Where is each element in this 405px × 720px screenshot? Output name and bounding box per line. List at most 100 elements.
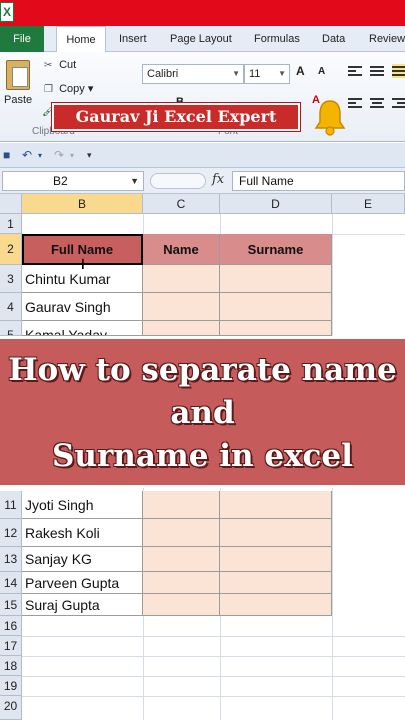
chevron-down-icon[interactable]: ▾ (70, 151, 74, 160)
name-box-value: B2 (53, 174, 68, 188)
formula-buttons (150, 173, 206, 189)
align-right-icon[interactable] (392, 96, 405, 110)
font-size-value: 11 (249, 68, 261, 80)
align-center-icon[interactable] (370, 96, 384, 110)
row-header-17[interactable]: 17 (0, 636, 22, 656)
row-header-4[interactable]: 4 (0, 293, 22, 321)
shrink-font-button[interactable]: A (318, 66, 325, 77)
quick-access-toolbar: ■ ↶ ▾ ↷ ▾ ▾ (0, 143, 405, 168)
table-row-empty-cell[interactable] (143, 547, 220, 572)
row-header-11[interactable]: 11 (0, 491, 22, 519)
copy-dropdown-icon[interactable]: ▾ (88, 83, 94, 95)
table-row-empty-cell[interactable] (143, 519, 220, 547)
table-row-name-cell[interactable]: Rakesh Koli (22, 519, 143, 547)
overlay-line-3: Surname in excel (52, 438, 353, 474)
table-row-empty-cell[interactable] (220, 594, 332, 616)
cut-label: Cut (59, 59, 77, 71)
grow-font-button[interactable]: A (296, 64, 305, 78)
table-row-empty-cell[interactable] (220, 293, 332, 321)
table-row-name-cell[interactable]: Sanjay KG (22, 547, 143, 572)
row-header-12[interactable]: 12 (0, 519, 22, 547)
font-name-value: Calibri (147, 68, 179, 80)
table-row-empty-cell[interactable] (143, 265, 220, 293)
table-row-empty-cell[interactable] (220, 547, 332, 572)
excel-logo-icon: X (0, 2, 14, 22)
row-header-13[interactable]: 13 (0, 547, 22, 572)
cut-button[interactable]: ✂ Cut (44, 59, 76, 71)
insert-function-icon[interactable]: fx (212, 172, 224, 187)
row-header-15[interactable]: 15 (0, 594, 22, 616)
chevron-down-icon[interactable]: ▾ (38, 151, 42, 160)
channel-banner: Gaurav Ji Excel Expert (52, 103, 300, 131)
overlay-line-1: How to separate name (8, 352, 397, 388)
tab-formulas[interactable]: Formulas (254, 26, 300, 52)
font-name-select[interactable]: Calibri ▼ (142, 64, 244, 84)
header-cell-name[interactable]: Name (143, 234, 220, 265)
row-header-18[interactable]: 18 (0, 656, 22, 676)
header-cell-surname[interactable]: Surname (220, 234, 332, 265)
row-header-20[interactable]: 20 (0, 696, 22, 720)
ribbon-tab-bar: File Home Insert Page Layout Formulas Da… (0, 26, 405, 53)
select-all-corner[interactable] (0, 194, 22, 214)
align-top-icon[interactable] (348, 64, 362, 78)
title-bar: X (0, 0, 405, 26)
align-left-icon[interactable] (348, 96, 362, 110)
row-header-1[interactable]: 1 (0, 214, 22, 234)
table-row-empty-cell[interactable] (143, 594, 220, 616)
table-row-empty-cell[interactable] (143, 491, 220, 519)
row-header-16[interactable]: 16 (0, 616, 22, 636)
copy-button[interactable]: ❐ Copy ▾ (44, 82, 93, 95)
paste-button[interactable]: Paste (4, 94, 32, 106)
table-row-empty-cell[interactable] (220, 321, 332, 336)
gridline (22, 656, 405, 657)
table-row-empty-cell[interactable] (220, 491, 332, 519)
column-header-c[interactable]: C (143, 194, 220, 214)
save-icon[interactable]: ■ (3, 148, 10, 162)
tab-data[interactable]: Data (322, 26, 345, 52)
tab-page-layout[interactable]: Page Layout (170, 26, 232, 52)
bell-icon (314, 100, 346, 136)
table-row-empty-cell[interactable] (220, 572, 332, 594)
table-row-name-cell[interactable]: Kamal Yadav (22, 321, 143, 336)
gridline (22, 696, 405, 697)
row-header-3[interactable]: 3 (0, 265, 22, 293)
chevron-down-icon[interactable]: ▼ (130, 172, 139, 190)
tab-insert[interactable]: Insert (119, 26, 147, 52)
row-header-19[interactable]: 19 (0, 676, 22, 696)
tab-review[interactable]: Review (369, 26, 405, 52)
chevron-down-icon: ▼ (278, 69, 286, 78)
table-row-name-cell[interactable]: Gaurav Singh (22, 293, 143, 321)
copy-label: Copy (59, 83, 85, 95)
gridline (22, 676, 405, 677)
table-row-empty-cell[interactable] (220, 265, 332, 293)
overlay-line-2: and (170, 395, 235, 431)
table-row-empty-cell[interactable] (143, 293, 220, 321)
table-row-name-cell[interactable]: Parveen Gupta (22, 572, 143, 594)
align-middle-icon[interactable] (370, 64, 384, 78)
table-row-name-cell[interactable]: Suraj Gupta (22, 594, 143, 616)
wrap-text-icon[interactable] (392, 64, 405, 78)
scissors-icon: ✂ (44, 60, 53, 71)
table-row-empty-cell[interactable] (220, 519, 332, 547)
font-size-select[interactable]: 11 ▼ (244, 64, 290, 84)
table-row-empty-cell[interactable] (143, 321, 220, 336)
overlay-title: How to separate name and Surname in exce… (0, 349, 405, 478)
video-title-overlay: How to separate name and Surname in exce… (0, 336, 405, 488)
customize-toolbar-icon[interactable]: ▾ (87, 150, 92, 161)
row-header-14[interactable]: 14 (0, 572, 22, 594)
tab-file[interactable]: File (0, 26, 44, 52)
name-box[interactable]: B2 ▼ (2, 171, 144, 191)
table-row-empty-cell[interactable] (143, 572, 220, 594)
paste-icon[interactable] (6, 60, 30, 90)
column-header-d[interactable]: D (220, 194, 332, 214)
table-row-name-cell[interactable]: Jyoti Singh (22, 491, 143, 519)
tab-home[interactable]: Home (56, 26, 106, 53)
undo-icon[interactable]: ↶ (22, 148, 32, 162)
formula-input[interactable]: Full Name (232, 171, 405, 191)
formula-bar: B2 ▼ fx Full Name (0, 168, 405, 194)
column-header-b[interactable]: B (22, 194, 143, 214)
row-header-2[interactable]: 2 (0, 234, 22, 265)
column-header-e[interactable]: E (332, 194, 405, 214)
redo-icon[interactable]: ↷ (54, 148, 64, 162)
row-header-5[interactable]: 5 (0, 321, 22, 336)
